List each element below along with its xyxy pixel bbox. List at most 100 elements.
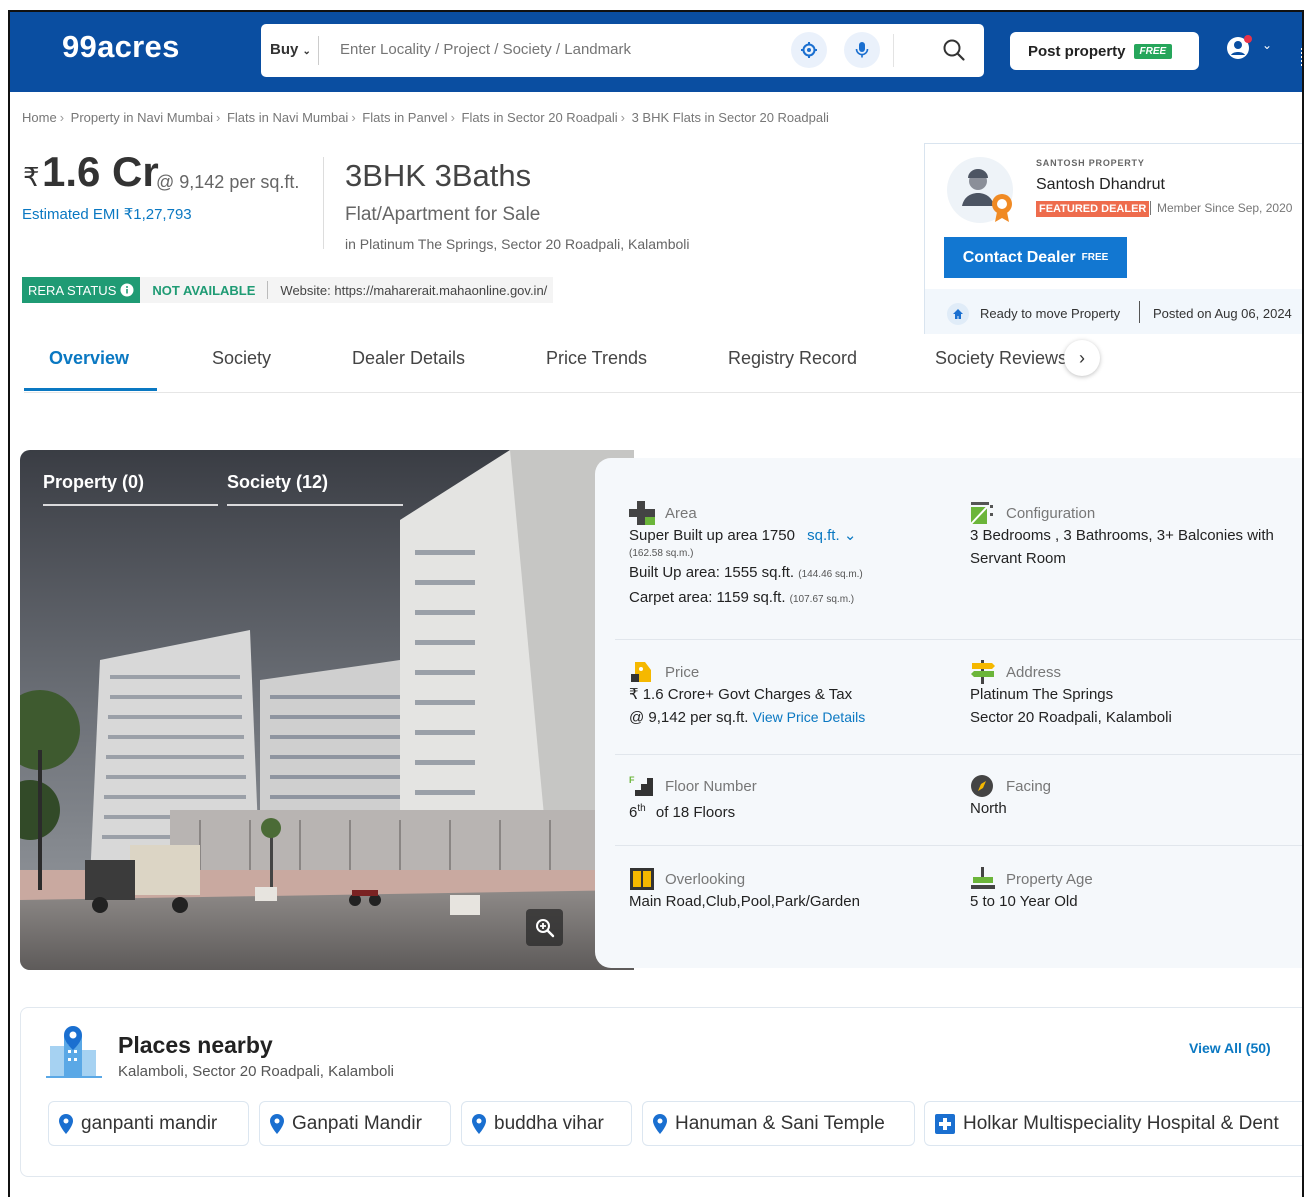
- overlooking-value: Main Road,Club,Pool,Park/Garden: [629, 893, 860, 910]
- user-menu[interactable]: [1226, 34, 1256, 69]
- home-icon: [947, 303, 969, 325]
- place-chip[interactable]: buddha vihar: [461, 1101, 632, 1146]
- price-section: Price ₹ 1.6 Crore+ Govt Charges & Tax @ …: [629, 661, 865, 729]
- rera-row: RERA STATUS NOT AVAILABLE Website: https…: [22, 277, 554, 303]
- place-chip-label: ganpanti mandir: [81, 1112, 218, 1134]
- address-section: Address Platinum The Springs Sector 20 R…: [970, 660, 1172, 729]
- active-tab-indicator: [24, 388, 157, 391]
- place-chip-label: Hanuman & Sani Temple: [675, 1112, 885, 1134]
- price-tag-icon: [631, 662, 651, 682]
- photo-gallery[interactable]: Property (0) Society (12): [20, 450, 634, 970]
- top-header: 99acres Buy ⌄ Post property FREE ⌄: [10, 12, 1302, 92]
- zoom-button[interactable]: [526, 909, 563, 946]
- avatar: [946, 156, 1016, 226]
- floor-suffix: th: [637, 803, 646, 814]
- tab-registry-record[interactable]: Registry Record: [728, 348, 857, 369]
- search-bar: Buy ⌄: [261, 24, 984, 77]
- price-label: Price: [665, 663, 700, 681]
- free-tag: FREE: [1133, 43, 1173, 59]
- map-pin-icon: [59, 1113, 73, 1134]
- unit-dropdown[interactable]: sq.ft. ⌄: [807, 527, 856, 544]
- price-per-sqft-detail: @ 9,142 per sq.ft.: [629, 709, 749, 726]
- rera-label: RERA STATUS: [28, 282, 117, 298]
- post-property-button[interactable]: Post property FREE: [1010, 32, 1199, 70]
- facing-value: North: [970, 800, 1007, 817]
- location-button[interactable]: [791, 32, 827, 68]
- place-chip[interactable]: Holkar Multispeciality Hospital & Dent: [924, 1101, 1302, 1146]
- floor-icon: F: [629, 775, 653, 796]
- dealer-name[interactable]: Santosh Dhandrut: [1036, 176, 1165, 194]
- site-logo[interactable]: 99acres: [62, 29, 180, 65]
- breadcrumb-item[interactable]: 3 BHK Flats in Sector 20 Roadpali: [632, 110, 829, 125]
- search-icon: [943, 39, 965, 61]
- built-up-sqm: (144.46 sq.m.): [798, 569, 863, 580]
- breadcrumb-item[interactable]: Flats in Sector 20 Roadpali: [462, 110, 618, 125]
- dealer-footer: Ready to move Property Posted on Aug 06,…: [925, 289, 1302, 334]
- city-pin-icon: [46, 1026, 102, 1078]
- tab-underline: [43, 504, 218, 506]
- places-title: Places nearby: [118, 1032, 273, 1058]
- posted-date: Posted on Aug 06, 2024: [1153, 306, 1292, 321]
- super-built-sqm: (162.58 sq.m.): [629, 548, 694, 559]
- divider: [267, 281, 269, 299]
- tab-property-photos[interactable]: Property (0): [43, 472, 144, 493]
- breadcrumb-item[interactable]: Flats in Navi Mumbai: [227, 110, 348, 125]
- contact-dealer-button[interactable]: Contact Dealer FREE: [944, 237, 1127, 278]
- search-input[interactable]: [340, 41, 770, 58]
- breadcrumb-item[interactable]: Home: [22, 110, 57, 125]
- chevron-right-icon[interactable]: ›: [1064, 340, 1100, 376]
- area-section: Area Super Built up area 1750 sq.ft. ⌄ (…: [629, 501, 863, 611]
- search-button[interactable]: [939, 35, 969, 65]
- breadcrumb: Home › Property in Navi Mumbai › Flats in …: [22, 110, 829, 125]
- page-frame: 99acres Buy ⌄ Post property FREE ⌄: [8, 10, 1304, 1197]
- configuration-icon: [970, 502, 993, 525]
- tab-society-reviews[interactable]: Society Reviews: [935, 348, 1067, 369]
- listing-type: Flat/Apartment for Sale: [345, 204, 541, 225]
- view-all-link[interactable]: View All (50): [1189, 1040, 1271, 1056]
- divider: [323, 157, 324, 249]
- dealer-card: SANTOSH PROPERTY Santosh Dhandrut FEATUR…: [924, 143, 1302, 334]
- breadcrumb-item[interactable]: Flats in Panvel: [362, 110, 447, 125]
- tab-society[interactable]: Society: [212, 348, 271, 369]
- map-pin-icon: [653, 1113, 667, 1134]
- emi-link[interactable]: Estimated EMI ₹1,27,793: [22, 205, 192, 223]
- free-tag: FREE: [1081, 252, 1109, 263]
- total-floors: of 18 Floors: [655, 804, 736, 821]
- rera-website: Website: https://maharerait.mahaonline.g…: [280, 282, 548, 298]
- rera-status: NOT AVAILABLE: [152, 282, 256, 298]
- configuration-section: Configuration 3 Bedrooms , 3 Bathrooms, …: [970, 502, 1290, 570]
- locate-icon: [801, 42, 817, 58]
- compass-icon: [971, 775, 993, 797]
- zoom-in-icon: [535, 918, 554, 937]
- divider: [893, 34, 894, 67]
- divider: [615, 754, 1302, 755]
- rera-badge[interactable]: RERA STATUS: [22, 277, 141, 303]
- configuration-label: Configuration: [1006, 504, 1096, 522]
- property-photo: [20, 450, 634, 970]
- divider: [615, 845, 1302, 846]
- map-pin-icon: [472, 1113, 486, 1134]
- page-title: 3BHK 3Baths: [345, 158, 532, 193]
- tab-price-trends[interactable]: Price Trends: [546, 348, 647, 369]
- place-chip[interactable]: Ganpati Mandir: [259, 1101, 451, 1146]
- breadcrumb-item[interactable]: Property in Navi Mumbai: [71, 110, 213, 125]
- tab-society-photos[interactable]: Society (12): [227, 472, 328, 493]
- buy-dropdown[interactable]: Buy ⌄: [270, 41, 311, 58]
- configuration-value: 3 Bedrooms , 3 Bathrooms, 3+ Balconies w…: [970, 527, 1274, 567]
- map-pin-icon: [270, 1113, 284, 1134]
- place-chip[interactable]: ganpanti mandir: [48, 1101, 249, 1146]
- window-icon: [630, 868, 654, 890]
- featured-badge: FEATURED DEALER: [1036, 201, 1150, 217]
- facing-label: Facing: [1006, 777, 1052, 795]
- chevron-down-icon: ⌄: [843, 527, 857, 544]
- tab-overview[interactable]: Overview: [49, 348, 129, 369]
- voice-search-button[interactable]: [844, 32, 880, 68]
- tab-dealer-details[interactable]: Dealer Details: [352, 348, 465, 369]
- view-price-details-link[interactable]: View Price Details: [753, 709, 866, 725]
- place-chip[interactable]: Hanuman & Sani Temple: [642, 1101, 915, 1146]
- overlooking-label: Overlooking: [665, 870, 746, 888]
- dealer-company: SANTOSH PROPERTY: [1036, 158, 1145, 168]
- price-value: ₹ 1.6 Crore+ Govt Charges & Tax: [629, 686, 853, 703]
- property-age-section: Property Age 5 to 10 Year Old: [970, 867, 1093, 913]
- chevron-down-icon[interactable]: ⌄: [1262, 38, 1272, 52]
